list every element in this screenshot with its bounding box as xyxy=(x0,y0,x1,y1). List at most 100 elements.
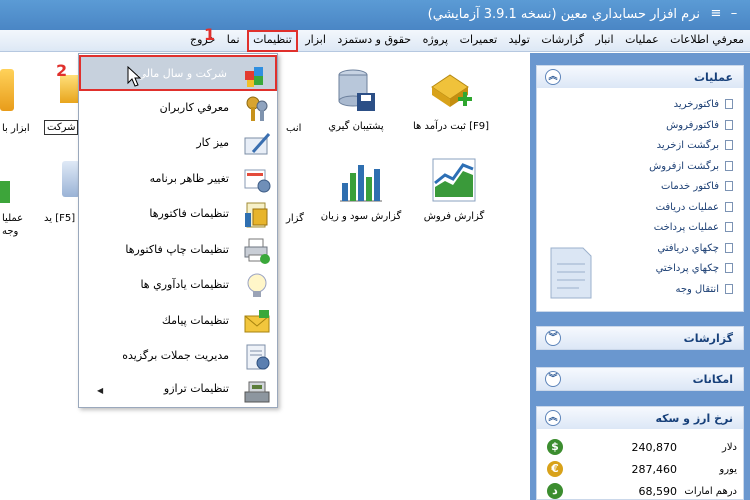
doc-icon xyxy=(725,140,733,150)
menu-item-scale-settings[interactable]: تنظيمات ترازو ◀ xyxy=(79,372,277,408)
lightbulb-icon xyxy=(247,273,267,297)
menu-item-label: معرفي كاربران xyxy=(159,101,229,114)
database-backup-icon xyxy=(338,69,375,111)
menu-item-label: تنظيمات يادآوري ها xyxy=(140,278,229,291)
features-panel-header[interactable]: امكانات ︾ xyxy=(537,368,743,390)
warehouse-partial-label: انب xyxy=(286,123,302,134)
menu-item-label: تنظيمات پيامك xyxy=(161,314,229,327)
expand-chevron-icon[interactable]: ︾ xyxy=(545,330,561,346)
operations-panel: عمليات ︽ فاكتورخريد فاكتورفروش برگشت ازخ… xyxy=(536,65,744,312)
currency-row-euro: يورو 287,460 € xyxy=(547,461,737,481)
doc-icon xyxy=(725,181,733,191)
expand-chevron-icon[interactable]: ︾ xyxy=(545,371,561,387)
desktop-icon-sales-report[interactable]: گزارش فروش xyxy=(414,157,494,222)
window-title: نرم افزار حسابداري معين (نسخه 3.9.1 آزما… xyxy=(427,7,700,22)
step-label-1: 1 xyxy=(204,25,216,44)
sms-envelope-icon xyxy=(244,310,270,333)
link-payment-operations[interactable]: عمليات پرداخت xyxy=(543,218,733,239)
menu-reports[interactable]: گزارشات xyxy=(537,30,588,52)
printer-icon xyxy=(244,238,270,264)
tools-partial-label: ابزار با xyxy=(2,123,30,134)
menu-item-label: ميز كار xyxy=(196,136,229,149)
menu-item-label: شركت و سال مالي xyxy=(137,67,227,80)
currency-name: دلار xyxy=(722,442,737,453)
desktop-icon-profit-loss-label: گزارش سود و زيان xyxy=(320,211,402,222)
currency-value: 68,590 xyxy=(638,485,678,498)
dirham-icon: د xyxy=(547,483,563,499)
menu-item-reminders[interactable]: تنظيمات يادآوري ها xyxy=(79,268,277,304)
operations-panel-header[interactable]: عمليات ︽ xyxy=(537,66,743,88)
collapse-chevron-icon[interactable]: ︽ xyxy=(545,410,561,426)
menu-operations[interactable]: عمليات xyxy=(621,30,663,52)
doc-icon xyxy=(725,242,733,253)
menu-production[interactable]: توليد xyxy=(505,30,534,52)
desktop-icon-backup[interactable]: پشتيبان گيري xyxy=(316,67,396,132)
desktop-icon-income-label: ثبت درآمد ها [F9] xyxy=(412,121,490,132)
menu-item-desktop[interactable]: ميز كار xyxy=(79,126,277,162)
ops-partial-label: عمليا xyxy=(2,213,24,224)
step-label-2: 2 xyxy=(56,61,68,80)
menu-item-users[interactable]: معرفي كاربران xyxy=(79,91,277,127)
currency-name: درهم امارات xyxy=(684,486,737,497)
link-sales-invoice[interactable]: فاكتورفروش xyxy=(543,116,733,137)
ops-partial-label-2: وجه xyxy=(2,226,19,237)
menu-item-company-fiscal-year[interactable]: شركت و سال مالي xyxy=(79,55,277,91)
currency-value: 287,460 xyxy=(631,463,678,476)
doc-icon xyxy=(725,99,733,109)
desktop-icon-income[interactable]: ثبت درآمد ها [F9] xyxy=(406,67,496,132)
tool-partial-icon[interactable] xyxy=(0,69,14,111)
panel-title: گزارشات xyxy=(683,332,733,345)
currency-panel-header[interactable]: نرخ ارز و سكه ︽ xyxy=(537,407,743,429)
document-watermark-icon xyxy=(550,247,592,299)
report-partial-label: گزار xyxy=(286,213,304,224)
ops-partial-icon[interactable] xyxy=(0,181,10,203)
settings-dropdown-menu: شركت و سال مالي معرفي كاربران ميز كار تغ… xyxy=(78,53,278,408)
euro-icon: € xyxy=(547,461,563,477)
menu-item-invoice-settings[interactable]: تنظيمات فاكتورها xyxy=(79,197,277,233)
menu-item-sms[interactable]: تنظيمات پيامك xyxy=(79,304,277,340)
menu-item-label: تنظيمات ترازو xyxy=(163,382,229,395)
appearance-icon xyxy=(244,169,271,193)
link-purchase-return[interactable]: برگشت ازخريد xyxy=(543,136,733,157)
menu-repairs[interactable]: تعميرات xyxy=(456,30,502,52)
dollar-icon: $ xyxy=(547,439,563,455)
reports-panel-header[interactable]: گزارشات ︾ xyxy=(537,327,743,349)
desktop-edit-icon xyxy=(244,133,271,155)
link-service-invoice[interactable]: فاكتور خدمات xyxy=(543,177,733,198)
currency-name: يورو xyxy=(719,464,737,475)
panel-title: عمليات xyxy=(693,71,733,84)
mouse-cursor-icon xyxy=(127,66,141,87)
menu-define-info[interactable]: معرفي اطلاعات xyxy=(666,30,750,52)
link-purchase-invoice[interactable]: فاكتورخريد xyxy=(543,95,733,116)
desktop-icon-profit-loss[interactable]: گزارش سود و زيان xyxy=(316,157,406,222)
company-cubes-icon xyxy=(245,67,263,87)
menu-item-print-invoices[interactable]: تنظيمات چاپ فاكتورها xyxy=(79,233,277,269)
menu-item-label: تنظيمات فاكتورها xyxy=(149,207,229,220)
doc-icon xyxy=(725,263,733,273)
minimize-button[interactable]: – xyxy=(726,6,742,22)
menu-item-label: تنظيمات چاپ فاكتورها xyxy=(125,243,229,256)
currency-row-dirham: درهم امارات 68,590 د xyxy=(547,483,737,500)
menu-warehouse[interactable]: انبار xyxy=(591,30,617,52)
doc-icon xyxy=(725,283,733,294)
sales-chart-icon xyxy=(432,158,476,202)
currency-row-dollar: دلار 240,870 $ xyxy=(547,439,737,459)
collapse-chevron-icon[interactable]: ︽ xyxy=(545,69,561,85)
menu-tools[interactable]: ابزار xyxy=(301,30,330,52)
menu-item-label: تغيير ظاهر برنامه xyxy=(149,172,229,185)
link-receipt-operations[interactable]: عمليات دريافت xyxy=(543,198,733,219)
submenu-arrow-icon: ◀ xyxy=(97,386,104,395)
purchase-partial-label: يد [F5] xyxy=(44,213,76,224)
menu-settings[interactable]: تنظيمات xyxy=(247,30,298,52)
menu-payroll[interactable]: حقوق و دستمزد xyxy=(333,30,415,52)
reports-panel: گزارشات ︾ xyxy=(536,326,744,350)
menu-item-favorite-phrases[interactable]: مديريت جملات برگزيده xyxy=(79,339,277,375)
doc-icon xyxy=(725,222,733,232)
system-menu-icon[interactable]: ≡ xyxy=(708,6,724,22)
link-sales-return[interactable]: برگشت ازفروش xyxy=(543,157,733,178)
currency-panel: نرخ ارز و سكه ︽ دلار 240,870 $ يورو 287,… xyxy=(536,406,744,500)
doc-icon xyxy=(725,201,733,212)
menu-item-appearance[interactable]: تغيير ظاهر برنامه xyxy=(79,162,277,198)
menu-view[interactable]: نما xyxy=(223,30,244,52)
menu-project[interactable]: پروژه xyxy=(419,30,453,52)
